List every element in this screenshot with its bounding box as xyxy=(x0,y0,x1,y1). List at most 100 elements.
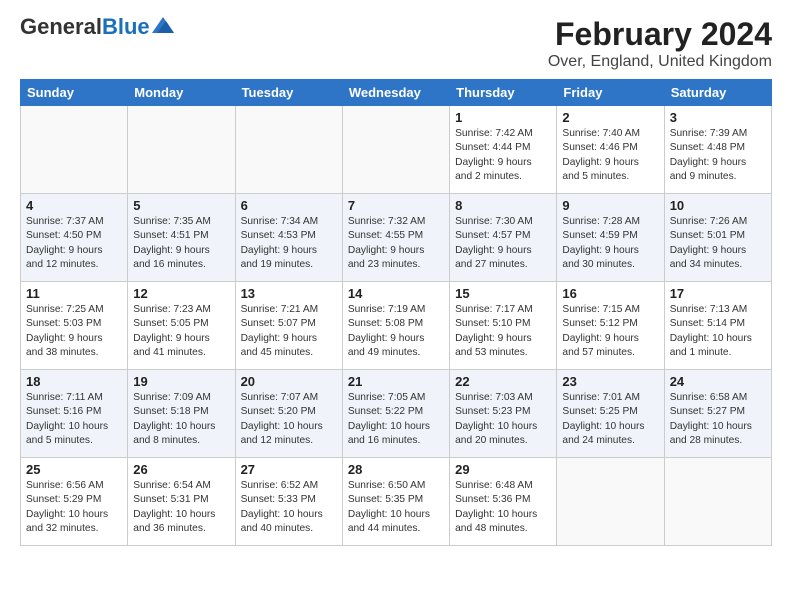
day-number: 5 xyxy=(133,198,229,213)
day-cell: 4Sunrise: 7:37 AMSunset: 4:50 PMDaylight… xyxy=(21,194,128,282)
day-cell: 25 Sunrise: 6:56 AMSunset: 5:29 PMDayligh… xyxy=(21,458,128,546)
day-info: Sunrise: 7:40 AMSunset: 4:46 PMDaylight:… xyxy=(562,127,658,184)
day-info: Sunrise: 7:39 AMSunset: 4:48 PMDaylight:… xyxy=(670,127,766,184)
day-number: 7 xyxy=(348,198,444,213)
day-number: 9 xyxy=(562,198,658,213)
day-number: 4 xyxy=(26,198,122,213)
day-cell xyxy=(21,106,128,194)
week-row-2: 4Sunrise: 7:37 AMSunset: 4:50 PMDaylight… xyxy=(21,194,772,282)
day-number: 13 xyxy=(241,286,337,301)
day-cell: 29 Sunrise: 6:48 AMSunset: 5:36 PMDayligh… xyxy=(450,458,557,546)
day-number: 15 xyxy=(455,286,551,301)
day-cell: 11 Sunrise: 7:25 AMSunset: 5:03 PMDayligh… xyxy=(21,282,128,370)
day-cell: 5 Sunrise: 7:35 AMSunset: 4:51 PMDaylight… xyxy=(128,194,235,282)
calendar-table: SundayMondayTuesdayWednesdayThursdayFrid… xyxy=(20,79,772,546)
day-number: 3 xyxy=(670,110,766,125)
day-cell: 26 Sunrise: 6:54 AMSunset: 5:31 PMDayligh… xyxy=(128,458,235,546)
header: GeneralBlue February 2024 Over, England,… xyxy=(20,16,772,71)
day-cell: 13 Sunrise: 7:21 AMSunset: 5:07 PMDayligh… xyxy=(235,282,342,370)
day-info: Sunrise: 7:25 AMSunset: 5:03 PMDaylight:… xyxy=(26,303,122,360)
day-number: 27 xyxy=(241,462,337,477)
day-cell: 14 Sunrise: 7:19 AMSunset: 5:08 PMDayligh… xyxy=(342,282,449,370)
day-number: 1 xyxy=(455,110,551,125)
day-number: 8 xyxy=(455,198,551,213)
day-number: 24 xyxy=(670,374,766,389)
day-number: 14 xyxy=(348,286,444,301)
day-info: Sunrise: 6:50 AMSunset: 5:35 PMDaylight:… xyxy=(348,479,444,536)
day-cell: 24 Sunrise: 6:58 AMSunset: 5:27 PMDayligh… xyxy=(664,370,771,458)
day-number: 11 xyxy=(26,286,122,301)
day-number: 12 xyxy=(133,286,229,301)
title-block: February 2024 Over, England, United King… xyxy=(548,16,772,71)
day-info: Sunrise: 7:42 AMSunset: 4:44 PMDaylight:… xyxy=(455,127,551,184)
day-cell: 6 Sunrise: 7:34 AMSunset: 4:53 PMDaylight… xyxy=(235,194,342,282)
day-cell: 23Sunrise: 7:01 AMSunset: 5:25 PMDayligh… xyxy=(557,370,664,458)
day-info: Sunrise: 7:30 AMSunset: 4:57 PMDaylight:… xyxy=(455,215,551,272)
day-cell xyxy=(235,106,342,194)
day-info: Sunrise: 6:52 AMSunset: 5:33 PMDaylight:… xyxy=(241,479,337,536)
day-number: 25 xyxy=(26,462,122,477)
day-info: Sunrise: 7:26 AMSunset: 5:01 PMDaylight:… xyxy=(670,215,766,272)
day-cell: 2 Sunrise: 7:40 AMSunset: 4:46 PMDaylight… xyxy=(557,106,664,194)
day-info: Sunrise: 7:13 AMSunset: 5:14 PMDaylight:… xyxy=(670,303,766,360)
day-cell xyxy=(342,106,449,194)
day-number: 28 xyxy=(348,462,444,477)
header-day-monday: Monday xyxy=(128,80,235,106)
header-day-sunday: Sunday xyxy=(21,80,128,106)
day-number: 26 xyxy=(133,462,229,477)
week-row-5: 25 Sunrise: 6:56 AMSunset: 5:29 PMDayligh… xyxy=(21,458,772,546)
day-number: 17 xyxy=(670,286,766,301)
day-cell: 16Sunrise: 7:15 AMSunset: 5:12 PMDayligh… xyxy=(557,282,664,370)
header-day-tuesday: Tuesday xyxy=(235,80,342,106)
logo-blue: Blue xyxy=(102,14,150,39)
day-number: 2 xyxy=(562,110,658,125)
day-info: Sunrise: 7:03 AMSunset: 5:23 PMDaylight:… xyxy=(455,391,551,448)
day-info: Sunrise: 6:54 AMSunset: 5:31 PMDaylight:… xyxy=(133,479,229,536)
day-number: 10 xyxy=(670,198,766,213)
day-cell: 22Sunrise: 7:03 AMSunset: 5:23 PMDayligh… xyxy=(450,370,557,458)
day-cell: 17 Sunrise: 7:13 AMSunset: 5:14 PMDayligh… xyxy=(664,282,771,370)
day-number: 6 xyxy=(241,198,337,213)
calendar-title: February 2024 xyxy=(548,16,772,53)
day-info: Sunrise: 7:35 AMSunset: 4:51 PMDaylight:… xyxy=(133,215,229,272)
day-info: Sunrise: 7:17 AMSunset: 5:10 PMDaylight:… xyxy=(455,303,551,360)
day-cell: 9 Sunrise: 7:28 AMSunset: 4:59 PMDaylight… xyxy=(557,194,664,282)
day-number: 29 xyxy=(455,462,551,477)
page: GeneralBlue February 2024 Over, England,… xyxy=(0,0,792,556)
day-info: Sunrise: 7:07 AMSunset: 5:20 PMDaylight:… xyxy=(241,391,337,448)
logo-icon xyxy=(152,17,174,33)
day-number: 18 xyxy=(26,374,122,389)
logo-general: General xyxy=(20,14,102,39)
day-info: Sunrise: 7:28 AMSunset: 4:59 PMDaylight:… xyxy=(562,215,658,272)
day-cell: 28 Sunrise: 6:50 AMSunset: 5:35 PMDayligh… xyxy=(342,458,449,546)
day-info: Sunrise: 6:56 AMSunset: 5:29 PMDaylight:… xyxy=(26,479,122,536)
day-number: 20 xyxy=(241,374,337,389)
day-info: Sunrise: 7:09 AMSunset: 5:18 PMDaylight:… xyxy=(133,391,229,448)
day-info: Sunrise: 7:21 AMSunset: 5:07 PMDaylight:… xyxy=(241,303,337,360)
day-info: Sunrise: 7:34 AMSunset: 4:53 PMDaylight:… xyxy=(241,215,337,272)
day-info: Sunrise: 7:11 AMSunset: 5:16 PMDaylight:… xyxy=(26,391,122,448)
week-row-3: 11 Sunrise: 7:25 AMSunset: 5:03 PMDayligh… xyxy=(21,282,772,370)
day-cell: 18 Sunrise: 7:11 AMSunset: 5:16 PMDayligh… xyxy=(21,370,128,458)
day-info: Sunrise: 7:05 AMSunset: 5:22 PMDaylight:… xyxy=(348,391,444,448)
week-row-1: 1 Sunrise: 7:42 AMSunset: 4:44 PMDaylight… xyxy=(21,106,772,194)
day-number: 21 xyxy=(348,374,444,389)
day-info: Sunrise: 6:58 AMSunset: 5:27 PMDaylight:… xyxy=(670,391,766,448)
day-cell: 21 Sunrise: 7:05 AMSunset: 5:22 PMDayligh… xyxy=(342,370,449,458)
day-cell: 8 Sunrise: 7:30 AMSunset: 4:57 PMDaylight… xyxy=(450,194,557,282)
week-row-4: 18 Sunrise: 7:11 AMSunset: 5:16 PMDayligh… xyxy=(21,370,772,458)
header-row: SundayMondayTuesdayWednesdayThursdayFrid… xyxy=(21,80,772,106)
day-info: Sunrise: 7:19 AMSunset: 5:08 PMDaylight:… xyxy=(348,303,444,360)
day-info: Sunrise: 7:01 AMSunset: 5:25 PMDaylight:… xyxy=(562,391,658,448)
day-cell: 15 Sunrise: 7:17 AMSunset: 5:10 PMDayligh… xyxy=(450,282,557,370)
header-day-wednesday: Wednesday xyxy=(342,80,449,106)
header-day-saturday: Saturday xyxy=(664,80,771,106)
logo: GeneralBlue xyxy=(20,16,174,38)
day-info: Sunrise: 6:48 AMSunset: 5:36 PMDaylight:… xyxy=(455,479,551,536)
day-cell: 7Sunrise: 7:32 AMSunset: 4:55 PMDaylight… xyxy=(342,194,449,282)
header-day-thursday: Thursday xyxy=(450,80,557,106)
day-cell: 3 Sunrise: 7:39 AMSunset: 4:48 PMDaylight… xyxy=(664,106,771,194)
day-number: 19 xyxy=(133,374,229,389)
day-cell xyxy=(128,106,235,194)
day-info: Sunrise: 7:15 AMSunset: 5:12 PMDaylight:… xyxy=(562,303,658,360)
